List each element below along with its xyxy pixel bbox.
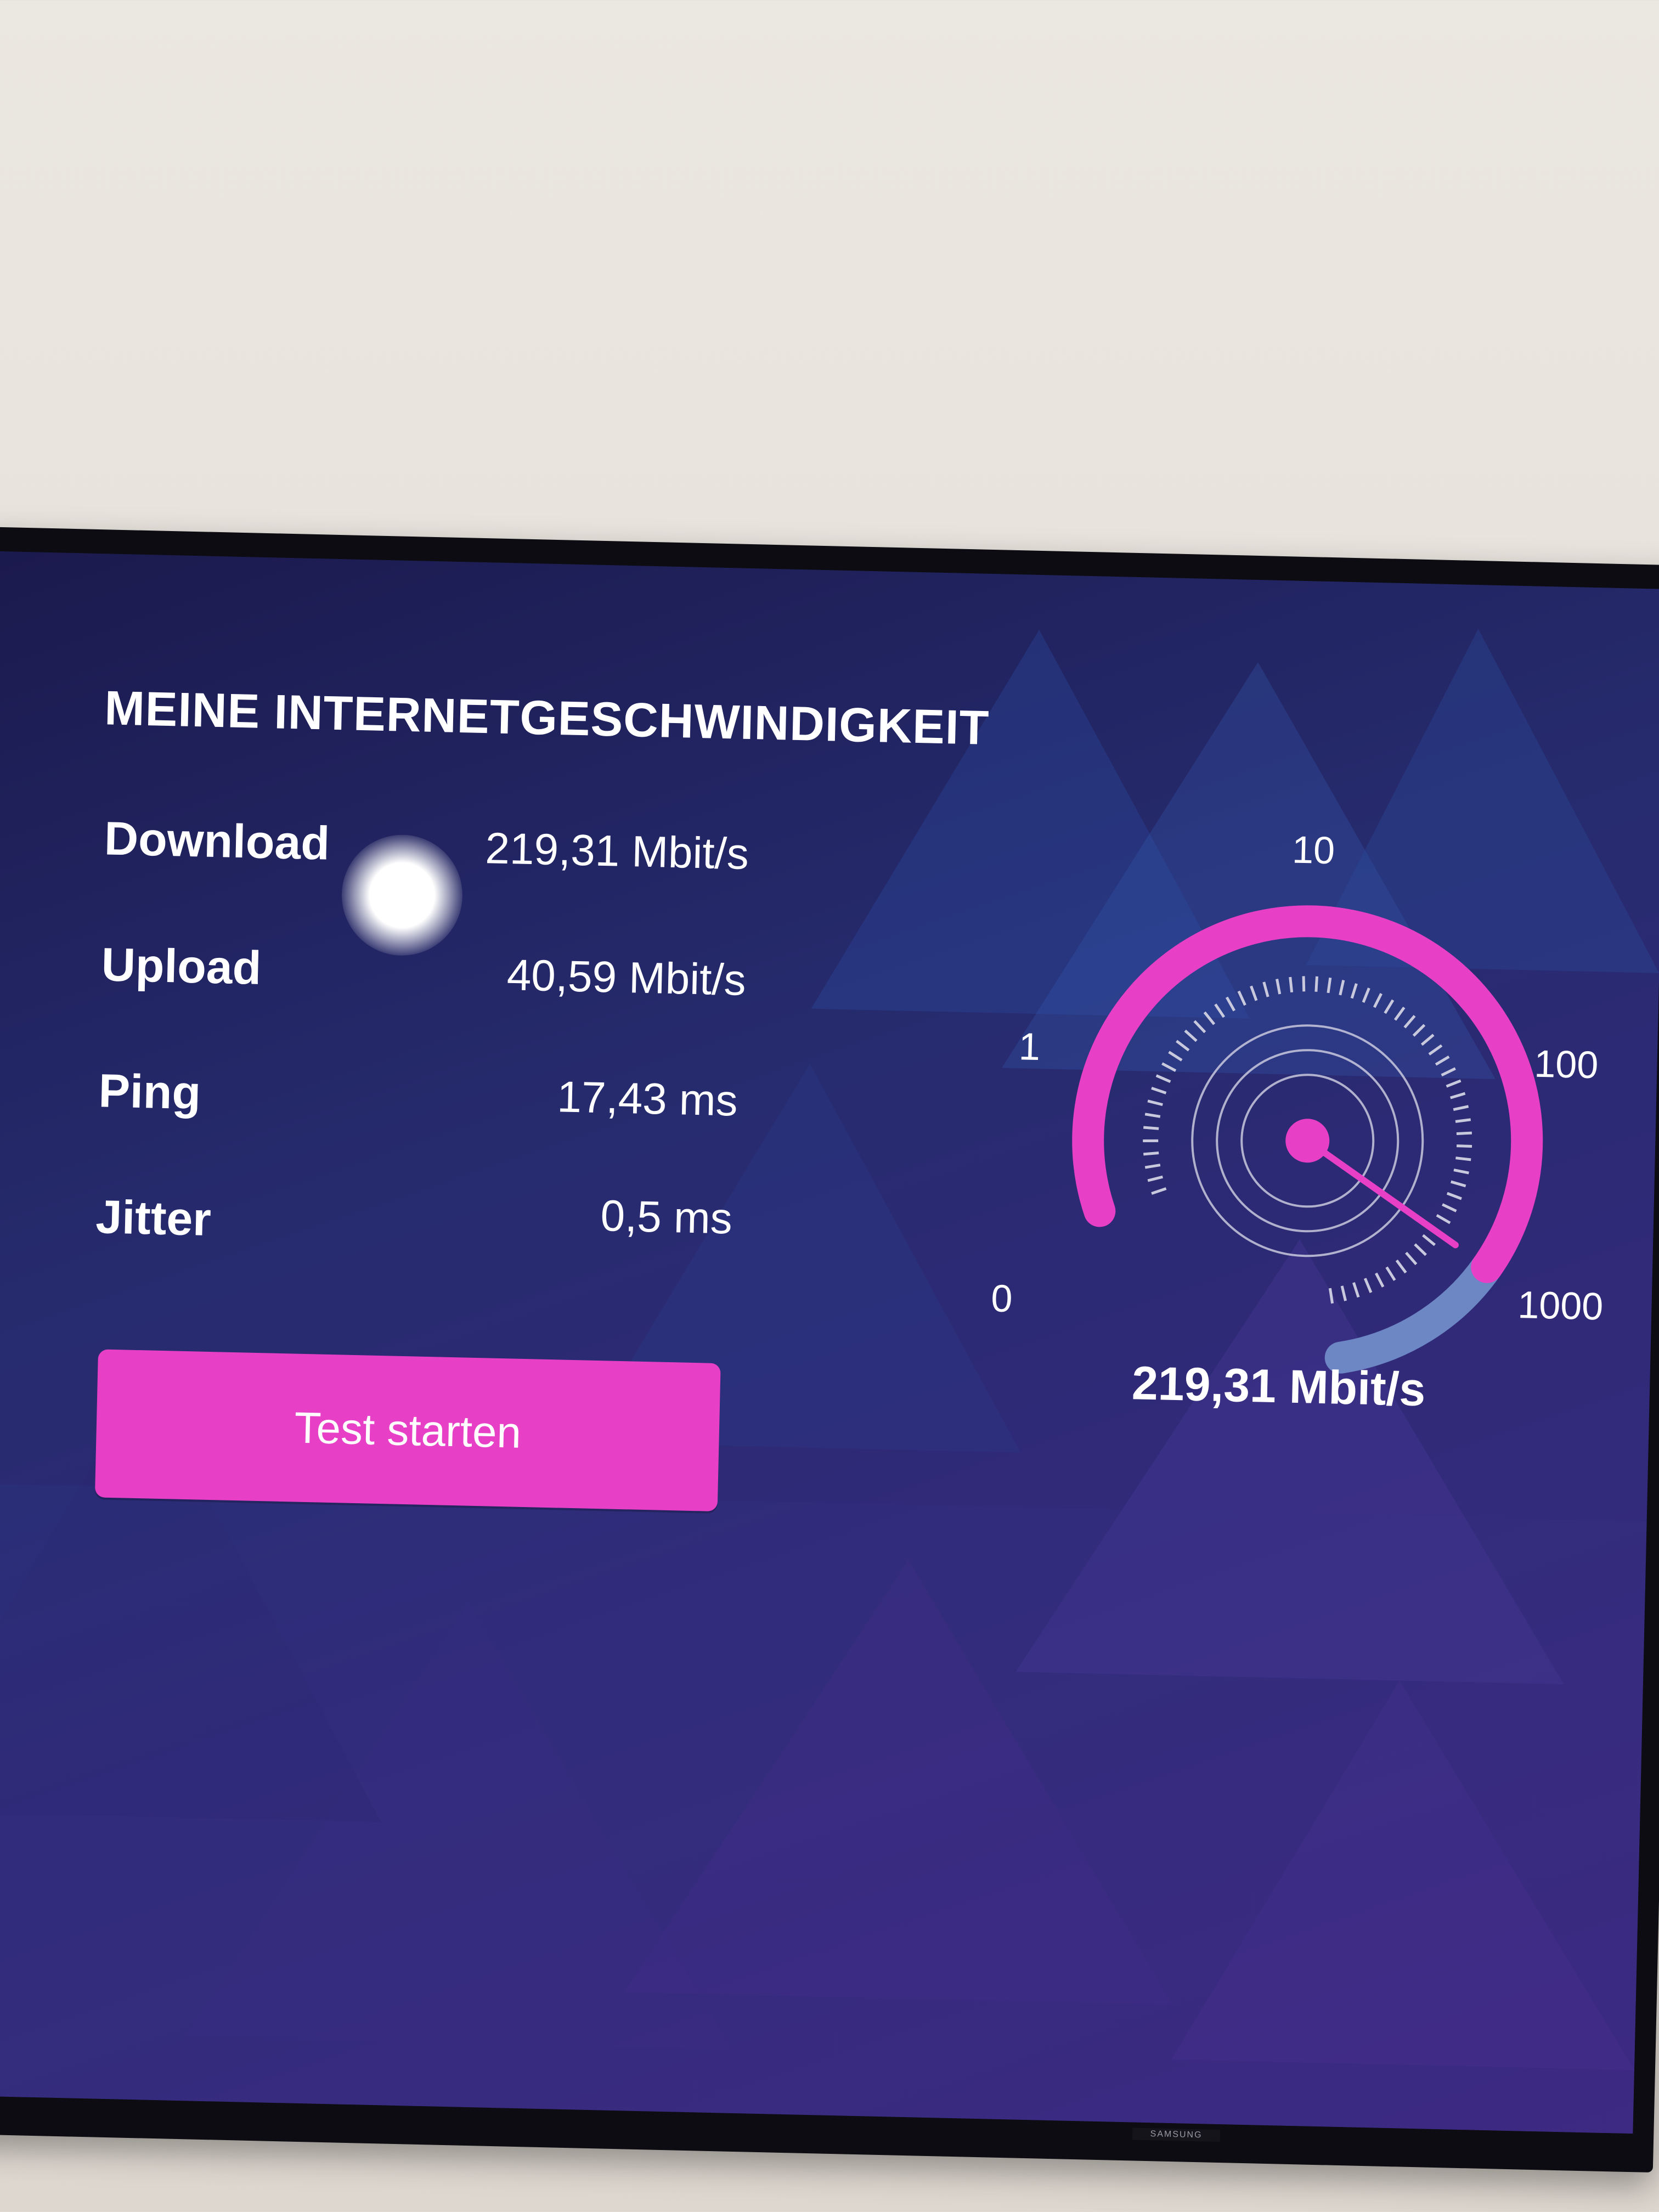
gauge-tick: [1451, 1180, 1466, 1188]
ping-value: 17,43 ms: [556, 1072, 738, 1125]
gauge-tick: [1455, 1118, 1471, 1123]
upload-value: 40,59 Mbit/s: [506, 950, 747, 1005]
gauge-tick: [1151, 1187, 1167, 1195]
gauge-tick: [1193, 1020, 1206, 1034]
gauge-tick: [1276, 979, 1282, 995]
gauge-tick: [1393, 1006, 1406, 1021]
gauge-tick: [1385, 1266, 1396, 1281]
gauge-tick: [1328, 1288, 1334, 1304]
gauge-tick: [1176, 1040, 1190, 1052]
download-label: Download: [104, 812, 331, 870]
gauge-tick: [1375, 1272, 1385, 1288]
gauge-tick: [1450, 1092, 1466, 1099]
gauge-tick: [1214, 1003, 1226, 1018]
gauge-tick: [1155, 1074, 1171, 1083]
gauge-tick: [1339, 979, 1345, 996]
gauge-tick: [1144, 1164, 1161, 1169]
gauge-tick: [1262, 981, 1269, 997]
jitter-value: 0,5 ms: [600, 1191, 733, 1243]
gauge-tick: [1237, 990, 1246, 1006]
gauge-tick: [1435, 1055, 1450, 1066]
gauge-tick: [1453, 1105, 1469, 1111]
gauge-tick: [1250, 985, 1258, 1001]
gauge-tick: [1151, 1087, 1167, 1094]
gauge-tick: [1352, 1282, 1360, 1298]
gauge-tick: [1373, 992, 1383, 1008]
gauge-tick: [1455, 1156, 1471, 1161]
gauge-tick: [1422, 1234, 1436, 1246]
download-value: 219,31 Mbit/s: [484, 823, 749, 879]
gauge-tick: [1395, 1259, 1407, 1274]
gauge-tick: [1420, 1034, 1435, 1046]
gauge-tick: [1147, 1099, 1163, 1107]
gauge-tick: [1168, 1051, 1183, 1062]
gauge-tick: [1203, 1011, 1216, 1025]
gauge-tick: [1412, 1024, 1426, 1037]
gauge-tick: [1446, 1079, 1462, 1088]
gauge-tick: [1340, 1285, 1347, 1301]
gauge-tick: [1327, 977, 1332, 994]
gauge-tick: [1147, 1175, 1163, 1182]
test-start-button[interactable]: Test starten: [94, 1349, 721, 1512]
gauge-label-1000: 1000: [1517, 1283, 1604, 1328]
gauge-readout: 219,31 Mbit/s: [1131, 1357, 1426, 1417]
gauge-tick: [1441, 1067, 1456, 1077]
gauge-tick: [1414, 1243, 1427, 1256]
gauge-tick: [1289, 977, 1294, 993]
gauge-tick: [1436, 1214, 1451, 1224]
gauge-tick: [1314, 976, 1318, 992]
gauge-tick: [1143, 1152, 1159, 1156]
gauge-tick: [1144, 1113, 1161, 1118]
gauge-tick: [1384, 999, 1395, 1014]
gauge-tick: [1184, 1029, 1198, 1042]
tv-screen: MEINE INTERNETGESCHWINDIGKEIT Download 2…: [0, 551, 1659, 2134]
gauge-tick: [1405, 1251, 1418, 1266]
gauge-tick: [1161, 1062, 1177, 1072]
gauge-tick: [1350, 983, 1358, 999]
gauge-tick: [1456, 1144, 1472, 1148]
ping-label: Ping: [98, 1064, 202, 1120]
gauge-tick: [1428, 1044, 1443, 1056]
gauge-label-0: 0: [990, 1277, 1013, 1321]
jitter-label: Jitter: [95, 1190, 212, 1246]
gauge-tick: [1225, 996, 1236, 1012]
gauge-tick: [1456, 1131, 1472, 1135]
upload-label: Upload: [100, 938, 262, 995]
gauge-tick: [1453, 1169, 1469, 1175]
gauge-needle-hub: [1285, 1119, 1330, 1163]
gauge-arc-filled: [1072, 905, 1543, 1283]
gauge-tick: [1302, 976, 1306, 992]
gauge-tick: [1362, 988, 1370, 1003]
gauge-arc-remaining: [1324, 1251, 1503, 1374]
tv-brand-logo: SAMSUNG: [1132, 2128, 1221, 2142]
gauge-tick: [1442, 1203, 1457, 1212]
gauge-label-1: 1: [1018, 1025, 1041, 1069]
gauge-tick: [1446, 1192, 1462, 1200]
gauge-label-10: 10: [1291, 828, 1336, 872]
tv-frame: MEINE INTERNETGESCHWINDIGKEIT Download 2…: [0, 527, 1659, 2173]
gauge-tick: [1143, 1126, 1159, 1130]
gauge-tick: [1403, 1014, 1416, 1029]
gauge-label-100: 100: [1533, 1042, 1599, 1087]
gauge-tick: [1363, 1278, 1373, 1293]
